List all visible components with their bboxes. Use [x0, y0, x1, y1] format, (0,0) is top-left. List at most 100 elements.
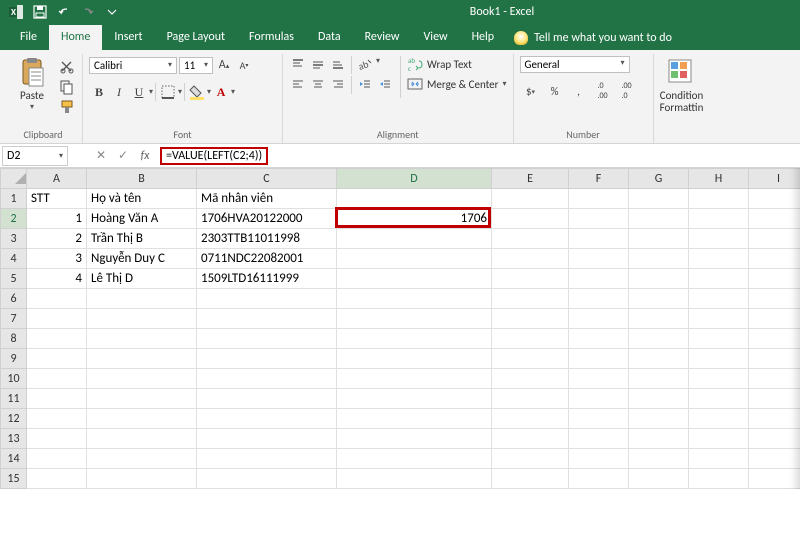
- cell[interactable]: [569, 309, 629, 329]
- cell[interactable]: [689, 329, 749, 349]
- cell[interactable]: [629, 329, 689, 349]
- cell[interactable]: [337, 389, 492, 409]
- cancel-formula-button[interactable]: ✕: [92, 148, 110, 163]
- formula-input[interactable]: =VALUE(LEFT(C2;4)): [160, 147, 268, 165]
- cell[interactable]: [629, 369, 689, 389]
- cell[interactable]: [749, 269, 800, 289]
- cell[interactable]: [492, 249, 569, 269]
- cell[interactable]: [569, 269, 629, 289]
- cell[interactable]: [749, 389, 800, 409]
- cell[interactable]: 4: [27, 269, 87, 289]
- cell[interactable]: [87, 289, 197, 309]
- underline-button[interactable]: U: [129, 82, 149, 102]
- cell[interactable]: [492, 409, 569, 429]
- cell[interactable]: [197, 369, 337, 389]
- cell[interactable]: [689, 369, 749, 389]
- cell[interactable]: [689, 389, 749, 409]
- cell[interactable]: [749, 189, 800, 209]
- cell[interactable]: [337, 349, 492, 369]
- cell[interactable]: [87, 329, 197, 349]
- cell[interactable]: [337, 409, 492, 429]
- font-size-select[interactable]: 11▾: [179, 57, 213, 74]
- cell[interactable]: [569, 409, 629, 429]
- increase-decimal-button[interactable]: .0.00: [592, 81, 614, 101]
- cell[interactable]: [27, 449, 87, 469]
- column-header[interactable]: A: [27, 169, 87, 189]
- cell[interactable]: [689, 249, 749, 269]
- orientation-button[interactable]: ab: [356, 56, 374, 72]
- font-name-select[interactable]: Calibri▾: [89, 57, 177, 74]
- cell[interactable]: [492, 429, 569, 449]
- cell[interactable]: [629, 429, 689, 449]
- cell[interactable]: [629, 209, 689, 229]
- cell[interactable]: Mã nhân viên: [197, 189, 337, 209]
- cell[interactable]: [569, 429, 629, 449]
- decrease-decimal-button[interactable]: .00.0: [616, 81, 638, 101]
- increase-indent-button[interactable]: [376, 76, 394, 92]
- column-header[interactable]: D: [337, 169, 492, 189]
- cell[interactable]: [749, 469, 800, 489]
- row-header[interactable]: 4: [1, 249, 27, 269]
- cell[interactable]: [27, 289, 87, 309]
- cell[interactable]: [27, 369, 87, 389]
- cell[interactable]: [629, 289, 689, 309]
- cell[interactable]: [492, 349, 569, 369]
- cell[interactable]: [569, 329, 629, 349]
- cell[interactable]: [492, 189, 569, 209]
- align-left-button[interactable]: [289, 76, 307, 92]
- cell[interactable]: [492, 329, 569, 349]
- cell[interactable]: [337, 429, 492, 449]
- cell[interactable]: [749, 309, 800, 329]
- column-header[interactable]: C: [197, 169, 337, 189]
- cell[interactable]: [689, 289, 749, 309]
- cell[interactable]: [629, 189, 689, 209]
- cell[interactable]: [87, 469, 197, 489]
- cell[interactable]: [492, 229, 569, 249]
- number-format-select[interactable]: General▾: [520, 56, 630, 73]
- cell[interactable]: [569, 229, 629, 249]
- row-header[interactable]: 14: [1, 449, 27, 469]
- cell[interactable]: 3: [27, 249, 87, 269]
- cell[interactable]: [689, 189, 749, 209]
- cell[interactable]: [492, 289, 569, 309]
- cell[interactable]: [197, 389, 337, 409]
- cell[interactable]: [197, 349, 337, 369]
- cell[interactable]: 1509LTD16111999: [197, 269, 337, 289]
- cell[interactable]: [197, 409, 337, 429]
- cell[interactable]: [629, 469, 689, 489]
- cell[interactable]: [87, 309, 197, 329]
- cut-button[interactable]: [58, 58, 76, 76]
- cell[interactable]: [749, 229, 800, 249]
- fx-icon[interactable]: fx: [136, 149, 154, 163]
- decrease-indent-button[interactable]: [356, 76, 374, 92]
- cell[interactable]: [629, 309, 689, 329]
- decrease-font-button[interactable]: A▾: [235, 56, 253, 74]
- cell[interactable]: [27, 329, 87, 349]
- cell[interactable]: 1706: [337, 209, 492, 229]
- cell[interactable]: [629, 269, 689, 289]
- chevron-down-icon[interactable]: ▾: [376, 56, 380, 74]
- column-header[interactable]: H: [689, 169, 749, 189]
- cell[interactable]: [337, 269, 492, 289]
- cell[interactable]: [337, 249, 492, 269]
- cell[interactable]: 0711NDC22082001: [197, 249, 337, 269]
- cell[interactable]: Lê Thị D: [87, 269, 197, 289]
- cell[interactable]: [87, 349, 197, 369]
- tab-page-layout[interactable]: Page Layout: [155, 25, 237, 50]
- name-box[interactable]: D2 ▾: [2, 146, 68, 166]
- font-color-button[interactable]: A: [211, 82, 231, 102]
- align-right-button[interactable]: [329, 76, 347, 92]
- cell[interactable]: [27, 469, 87, 489]
- row-header[interactable]: 15: [1, 469, 27, 489]
- tab-home[interactable]: Home: [49, 25, 102, 50]
- row-header[interactable]: 12: [1, 409, 27, 429]
- cell[interactable]: [689, 469, 749, 489]
- tab-view[interactable]: View: [412, 25, 460, 50]
- cell[interactable]: 2303TTB11011998: [197, 229, 337, 249]
- cell[interactable]: [492, 389, 569, 409]
- cell[interactable]: 2: [27, 229, 87, 249]
- save-icon[interactable]: [28, 1, 52, 23]
- cell[interactable]: [569, 449, 629, 469]
- paste-button[interactable]: Paste ▾: [10, 56, 54, 112]
- cell[interactable]: [337, 189, 492, 209]
